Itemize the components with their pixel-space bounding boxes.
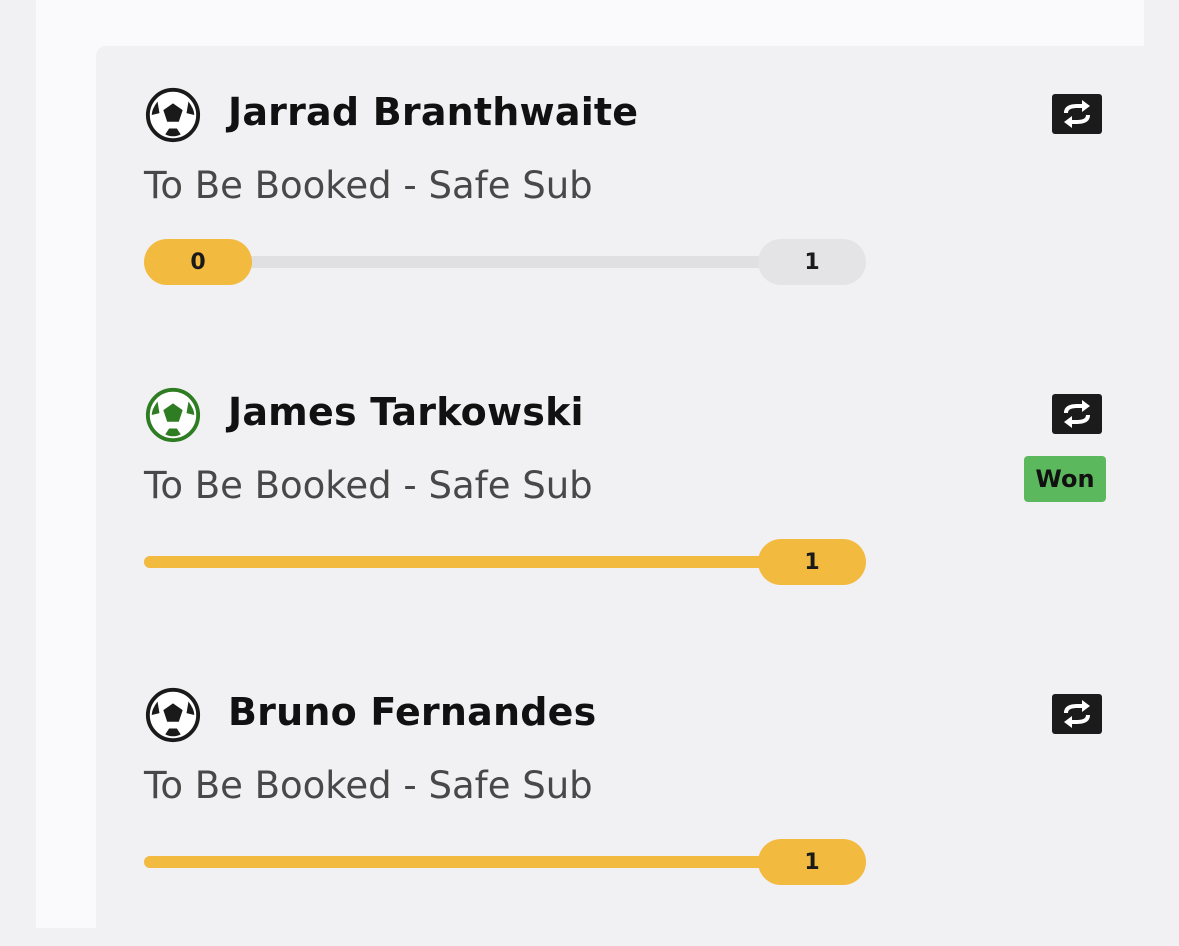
bet-slip-container: Jarrad Branthwaite To Be Booked - Safe S…	[36, 0, 1154, 946]
progress-fill	[144, 856, 814, 868]
player-name: Bruno Fernandes	[228, 690, 597, 734]
market-label: To Be Booked - Safe Sub	[144, 764, 593, 807]
selection-item: Bruno Fernandes To Be Booked - Safe Sub …	[96, 646, 1154, 906]
progress-fill	[144, 556, 814, 568]
progress-target-value: 1	[758, 539, 866, 585]
market-label: To Be Booked - Safe Sub	[144, 464, 593, 507]
market-label: To Be Booked - Safe Sub	[144, 164, 593, 207]
progress-target-value: 1	[758, 839, 866, 885]
swap-selection-button[interactable]	[1052, 394, 1102, 434]
swap-icon	[1064, 100, 1090, 128]
selection-item: James Tarkowski To Be Booked - Safe Sub …	[96, 346, 1154, 606]
soccer-ball-icon	[145, 387, 201, 443]
player-name: Jarrad Branthwaite	[228, 90, 639, 134]
progress-current-value: 0	[144, 239, 252, 285]
won-status-badge: Won	[1024, 456, 1106, 502]
progress-target-value: 1	[758, 239, 866, 285]
swap-icon	[1064, 400, 1090, 428]
swap-selection-button[interactable]	[1052, 94, 1102, 134]
swap-selection-button[interactable]	[1052, 694, 1102, 734]
selection-item: Jarrad Branthwaite To Be Booked - Safe S…	[96, 46, 1154, 306]
soccer-ball-icon	[145, 687, 201, 743]
player-name: James Tarkowski	[228, 390, 584, 434]
selections-card: Jarrad Branthwaite To Be Booked - Safe S…	[96, 46, 1154, 946]
swap-icon	[1064, 700, 1090, 728]
soccer-ball-icon	[145, 87, 201, 143]
